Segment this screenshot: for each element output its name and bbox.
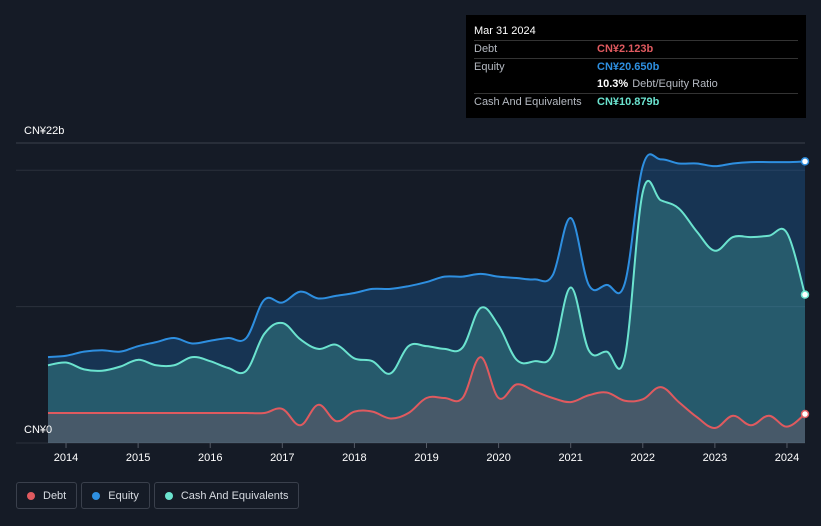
chart-areas [48,154,805,444]
y-axis-top-label: CN¥22b [24,125,65,137]
cash-endpoint [800,290,810,299]
x-tick-label: 2020 [486,452,510,464]
legend-item-equity[interactable]: Equity [81,482,150,509]
data-tooltip: Mar 31 2024 Debt CN¥2.123b Equity CN¥20.… [466,15,806,118]
tooltip-row-cash: Cash And Equivalents CN¥10.879b [474,94,798,111]
equity-dot-icon [92,491,101,500]
x-tick-label: 2022 [631,452,655,464]
x-tick-label: 2016 [198,452,222,464]
tooltip-debt-value: CN¥2.123b [597,43,654,55]
x-tick-label: 2021 [558,452,582,464]
tooltip-date: Mar 31 2024 [474,23,798,41]
x-tick-label: 2024 [775,452,799,464]
x-tick-label: 2015 [126,452,150,464]
x-tick-label: 2019 [414,452,438,464]
equity-endpoint [800,157,810,166]
y-axis-bottom-label: CN¥0 [24,424,53,436]
tooltip-equity-label: Equity [474,61,505,73]
legend-cash-label: Cash And Equivalents [180,489,289,502]
tooltip-equity-value: CN¥20.650b [597,61,660,73]
x-tick-label: 2014 [54,452,78,464]
x-tick-label: 2018 [342,452,366,464]
tooltip-row-ratio: 10.3% Debt/Equity Ratio [474,76,798,94]
x-tick-label: 2017 [270,452,294,464]
legend-item-cash[interactable]: Cash And Equivalents [153,482,300,509]
debt-dot-icon [27,491,35,500]
x-tick-label: 2023 [703,452,727,464]
debt-endpoint [800,409,810,419]
legend-debt-label: Debt [43,489,67,502]
tooltip-ratio-value: 10.3% [597,78,629,90]
cash-dot-icon [164,491,173,500]
tooltip-cash-label: Cash And Equivalents [474,96,582,108]
tooltip-row-equity: Equity CN¥20.650b [474,59,798,76]
chart-legend: Debt Equity Cash And Equivalents [16,482,300,509]
x-axis-ticks: 2014 2015 2016 2017 2018 2019 2020 2021 2022 2023… [54,443,799,464]
tooltip-debt-label: Debt [474,43,498,55]
tooltip-row-debt: Debt CN¥2.123b [474,41,798,59]
tooltip-cash-value: CN¥10.879b [597,96,660,108]
legend-equity-label: Equity [108,489,139,502]
legend-item-debt[interactable]: Debt [16,482,78,509]
tooltip-ratio-label: Debt/Equity Ratio [632,78,718,90]
